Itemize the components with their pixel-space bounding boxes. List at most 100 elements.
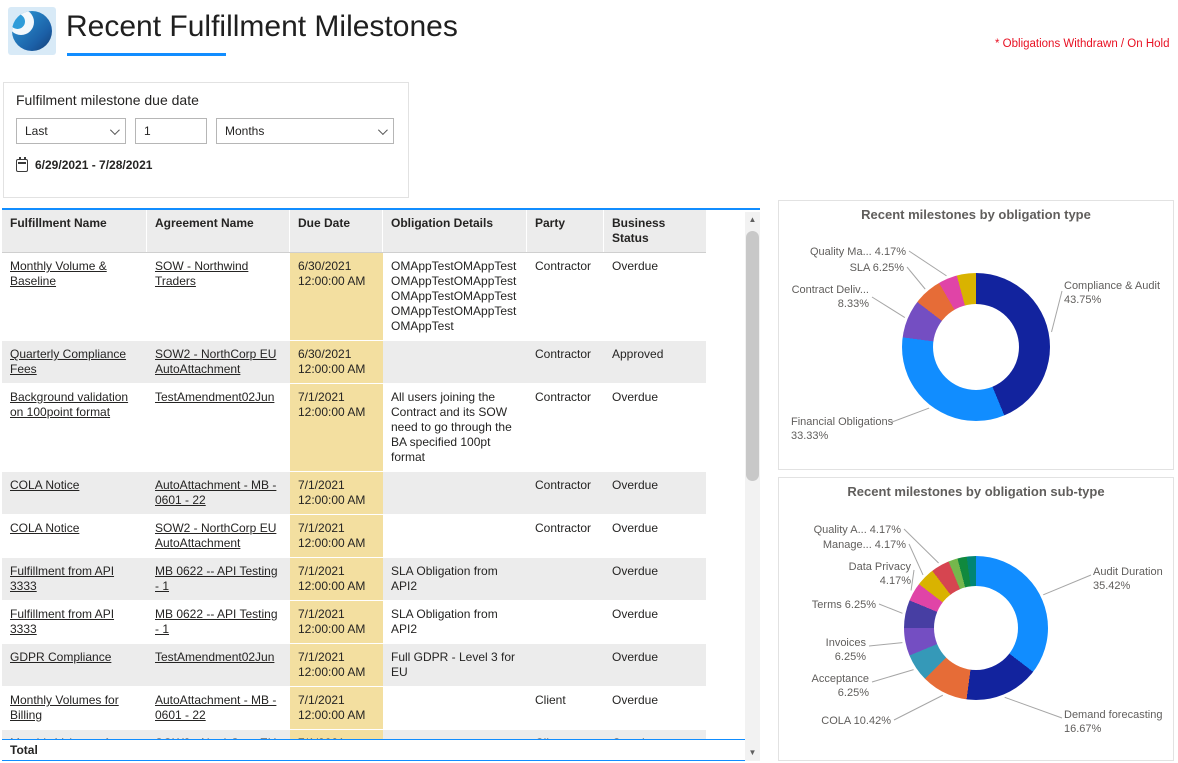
cell-fulfillment-name: COLA Notice: [2, 515, 147, 557]
cell-party: [527, 558, 604, 600]
fulfillment-link[interactable]: COLA Notice: [10, 521, 79, 535]
cell-business-status: Overdue: [604, 472, 706, 514]
cell-due-date: 7/1/2021 12:00:00 AM: [290, 601, 383, 643]
cell-party: Contractor: [527, 341, 604, 383]
cell-fulfillment-name: Quarterly Compliance Fees: [2, 341, 147, 383]
obligations-note: * Obligations Withdrawn / On Hold: [995, 38, 1170, 50]
cell-obligation-details: SLA Obligation from API2: [383, 601, 527, 643]
chart-obligation-type: Recent milestones by obligation type Com…: [778, 200, 1174, 470]
scroll-down-arrow-icon[interactable]: ▼: [745, 745, 760, 761]
agreement-link[interactable]: TestAmendment02Jun: [155, 650, 274, 664]
relative-range-select[interactable]: Last: [16, 118, 126, 144]
fulfillment-link[interactable]: Monthly Volumes for Billing: [10, 693, 119, 722]
cell-obligation-details: [383, 472, 527, 514]
agreement-link[interactable]: SOW - Northwind Traders: [155, 259, 248, 288]
fulfillment-link[interactable]: Monthly Volume & Baseline: [10, 259, 107, 288]
title-underline: [67, 53, 226, 56]
cell-business-status: Approved: [604, 341, 706, 383]
cell-fulfillment-name: Fulfillment from API 3333: [2, 558, 147, 600]
table-body: Monthly Volume & Baseline SOW - Northwind…: [2, 253, 745, 756]
cell-agreement-name: MB 0622 -- API Testing - 1: [147, 558, 290, 600]
donut-label: SLA 6.25%: [850, 261, 904, 275]
agreement-link[interactable]: TestAmendment02Jun: [155, 390, 274, 404]
cell-agreement-name: MB 0622 -- API Testing - 1: [147, 601, 290, 643]
column-header-due-date[interactable]: Due Date: [290, 210, 383, 252]
cell-party: Contractor: [527, 515, 604, 557]
donut-label: Data Privacy4.17%: [849, 560, 911, 588]
calendar-icon: [16, 159, 28, 172]
cell-party: Client: [527, 687, 604, 729]
filter-controls: Last Months: [16, 118, 396, 144]
table-row: Fulfillment from API 3333 MB 0622 -- API …: [2, 558, 706, 601]
cell-fulfillment-name: Fulfillment from API 3333: [2, 601, 147, 643]
cell-business-status: Overdue: [604, 601, 706, 643]
donut-label: Compliance & Audit43.75%: [1064, 279, 1160, 307]
column-header-business-status[interactable]: Business Status: [604, 210, 706, 252]
filter-date-range: 6/29/2021 - 7/28/2021: [16, 158, 396, 172]
cell-agreement-name: TestAmendment02Jun: [147, 644, 290, 686]
cell-agreement-name: SOW - Northwind Traders: [147, 253, 290, 340]
agreement-link[interactable]: MB 0622 -- API Testing - 1: [155, 564, 278, 593]
filter-title: Fulfilment milestone due date: [16, 92, 396, 108]
scroll-up-arrow-icon[interactable]: ▲: [745, 212, 760, 228]
column-header-fulfillment-name[interactable]: Fulfillment Name: [2, 210, 147, 252]
cell-fulfillment-name: Monthly Volumes for Billing: [2, 687, 147, 729]
column-header-agreement-name[interactable]: Agreement Name: [147, 210, 290, 252]
app-logo-circle-icon: [12, 11, 52, 51]
cell-obligation-details: All users joining the Contract and its S…: [383, 384, 527, 471]
cell-due-date: 7/1/2021 12:00:00 AM: [290, 558, 383, 600]
agreement-link[interactable]: AutoAttachment - MB - 0601 - 22: [155, 478, 276, 507]
donut-hole: [934, 586, 1018, 670]
cell-party: Contractor: [527, 472, 604, 514]
cell-party: [527, 644, 604, 686]
chart-title: Recent milestones by obligation sub-type: [779, 484, 1173, 499]
table-row: Quarterly Compliance Fees SOW2 - NorthCor…: [2, 341, 706, 384]
cell-obligation-details: OMAppTestOMAppTestOMAppTestOMAppTestOMAp…: [383, 253, 527, 340]
cell-party: Contractor: [527, 253, 604, 340]
chart-obligation-sub-type: Recent milestones by obligation sub-type…: [778, 477, 1174, 761]
cell-business-status: Overdue: [604, 515, 706, 557]
column-header-party[interactable]: Party: [527, 210, 604, 252]
cell-party: Contractor: [527, 384, 604, 471]
total-label: Total: [2, 740, 147, 760]
scroll-thumb[interactable]: [746, 231, 759, 481]
cell-obligation-details: Full GDPR - Level 3 for EU: [383, 644, 527, 686]
chevron-down-icon: [110, 125, 120, 135]
donut-label: Demand forecasting16.67%: [1064, 708, 1162, 736]
fulfillment-link[interactable]: COLA Notice: [10, 478, 79, 492]
agreement-link[interactable]: SOW2 - NorthCorp EU AutoAttachment: [155, 347, 276, 376]
cell-business-status: Overdue: [604, 253, 706, 340]
donut-label: Financial Obligations33.33%: [791, 415, 893, 443]
cell-due-date: 7/1/2021 12:00:00 AM: [290, 515, 383, 557]
cell-business-status: Overdue: [604, 384, 706, 471]
column-header-obligation-details[interactable]: Obligation Details: [383, 210, 527, 252]
table-row: COLA Notice AutoAttachment - MB - 0601 - …: [2, 472, 706, 515]
range-number-input[interactable]: [135, 118, 207, 144]
table-row: Monthly Volumes for Billing AutoAttachmen…: [2, 687, 706, 730]
cell-fulfillment-name: Background validation on 100point format: [2, 384, 147, 471]
agreement-link[interactable]: SOW2 - NorthCorp EU AutoAttachment: [155, 521, 276, 550]
agreement-link[interactable]: MB 0622 -- API Testing - 1: [155, 607, 278, 636]
table-scrollbar[interactable]: ▲ ▼: [745, 212, 760, 761]
fulfillment-link[interactable]: Background validation on 100point format: [10, 390, 128, 419]
table-total-row: Total: [2, 739, 745, 761]
fulfillment-link[interactable]: Fulfillment from API 3333: [10, 564, 114, 593]
donut-chart-area: Audit Duration35.42%Demand forecasting16…: [779, 478, 1173, 760]
agreement-link[interactable]: AutoAttachment - MB - 0601 - 22: [155, 693, 276, 722]
milestones-table: Fulfillment NameAgreement NameDue DateOb…: [2, 208, 760, 761]
cell-obligation-details: [383, 515, 527, 557]
range-unit-select[interactable]: Months: [216, 118, 394, 144]
cell-due-date: 6/30/2021 12:00:00 AM: [290, 341, 383, 383]
donut-label: Invoices6.25%: [826, 636, 866, 664]
fulfillment-link[interactable]: GDPR Compliance: [10, 650, 111, 664]
report-page: Recent Fulfillment Milestones * Obligati…: [0, 0, 1178, 763]
chart-title: Recent milestones by obligation type: [779, 207, 1173, 222]
fulfillment-link[interactable]: Quarterly Compliance Fees: [10, 347, 126, 376]
relative-range-value: Last: [25, 124, 48, 138]
cell-due-date: 7/1/2021 12:00:00 AM: [290, 687, 383, 729]
cell-business-status: Overdue: [604, 558, 706, 600]
fulfillment-link[interactable]: Fulfillment from API 3333: [10, 607, 114, 636]
donut-label: Quality A... 4.17%: [814, 523, 901, 537]
donut-label: COLA 10.42%: [821, 714, 891, 728]
cell-business-status: Overdue: [604, 644, 706, 686]
